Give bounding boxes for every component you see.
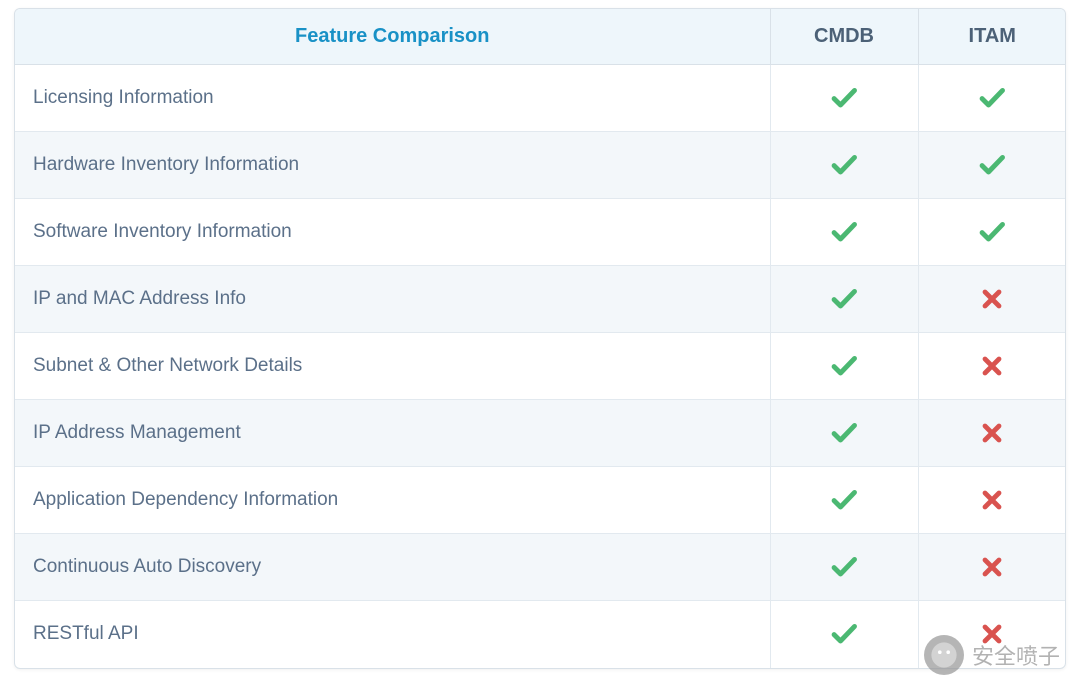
- feature-cell: Application Dependency Information: [15, 467, 770, 534]
- table-row: RESTful API: [15, 601, 1066, 668]
- check-icon: [830, 620, 858, 648]
- feature-cell: IP and MAC Address Info: [15, 266, 770, 333]
- cross-icon: [978, 486, 1006, 514]
- feature-cell: Software Inventory Information: [15, 199, 770, 266]
- check-icon: [978, 151, 1006, 179]
- cmdb-cell: [770, 199, 918, 266]
- cross-icon: [978, 419, 1006, 447]
- table-row: Application Dependency Information: [15, 467, 1066, 534]
- check-icon: [978, 84, 1006, 112]
- table-row: Software Inventory Information: [15, 199, 1066, 266]
- table-row: IP Address Management: [15, 400, 1066, 467]
- cmdb-cell: [770, 601, 918, 668]
- table-header-row: Feature Comparison CMDB ITAM: [15, 9, 1066, 65]
- itam-cell: [918, 400, 1066, 467]
- itam-cell: [918, 467, 1066, 534]
- check-icon: [978, 218, 1006, 246]
- check-icon: [830, 486, 858, 514]
- itam-cell: [918, 534, 1066, 601]
- check-icon: [830, 553, 858, 581]
- check-icon: [830, 218, 858, 246]
- cmdb-cell: [770, 400, 918, 467]
- itam-cell: [918, 132, 1066, 199]
- feature-cell: IP Address Management: [15, 400, 770, 467]
- cross-icon: [978, 553, 1006, 581]
- itam-cell: [918, 333, 1066, 400]
- cmdb-cell: [770, 333, 918, 400]
- table-row: Continuous Auto Discovery: [15, 534, 1066, 601]
- table-row: IP and MAC Address Info: [15, 266, 1066, 333]
- check-icon: [830, 419, 858, 447]
- header-itam: ITAM: [918, 9, 1066, 65]
- check-icon: [830, 352, 858, 380]
- header-feature: Feature Comparison: [15, 9, 770, 65]
- table-row: Subnet & Other Network Details: [15, 333, 1066, 400]
- check-icon: [830, 285, 858, 313]
- table-row: Licensing Information: [15, 65, 1066, 132]
- cross-icon: [978, 620, 1006, 648]
- check-icon: [830, 151, 858, 179]
- cmdb-cell: [770, 65, 918, 132]
- feature-cell: RESTful API: [15, 601, 770, 668]
- cmdb-cell: [770, 534, 918, 601]
- cmdb-cell: [770, 467, 918, 534]
- check-icon: [830, 84, 858, 112]
- table-row: Hardware Inventory Information: [15, 132, 1066, 199]
- cross-icon: [978, 352, 1006, 380]
- feature-cell: Licensing Information: [15, 65, 770, 132]
- cmdb-cell: [770, 132, 918, 199]
- feature-cell: Continuous Auto Discovery: [15, 534, 770, 601]
- feature-cell: Subnet & Other Network Details: [15, 333, 770, 400]
- feature-cell: Hardware Inventory Information: [15, 132, 770, 199]
- cmdb-cell: [770, 266, 918, 333]
- itam-cell: [918, 601, 1066, 668]
- itam-cell: [918, 199, 1066, 266]
- itam-cell: [918, 266, 1066, 333]
- cross-icon: [978, 285, 1006, 313]
- comparison-table: Feature Comparison CMDB ITAM Licensing I…: [14, 8, 1066, 669]
- header-cmdb: CMDB: [770, 9, 918, 65]
- itam-cell: [918, 65, 1066, 132]
